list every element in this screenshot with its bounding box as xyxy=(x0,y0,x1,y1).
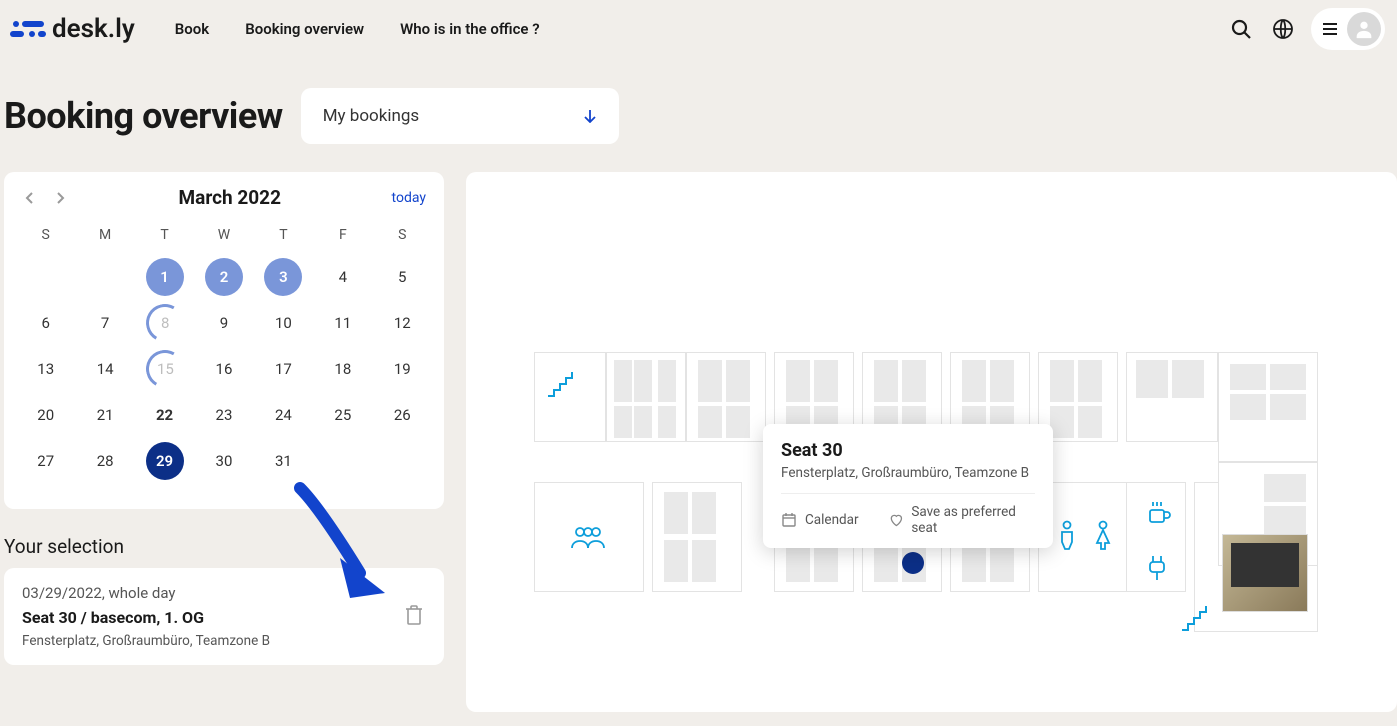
cal-day[interactable]: 14 xyxy=(75,349,134,389)
booking-filter-select[interactable]: My bookings xyxy=(301,88,619,144)
cal-day[interactable]: 17 xyxy=(254,349,313,389)
tooltip-title: Seat 30 xyxy=(781,440,1035,461)
cal-day[interactable]: 19 xyxy=(373,349,432,389)
cal-month: March 2022 xyxy=(68,186,392,209)
arrow-down-icon xyxy=(583,109,597,123)
cal-day[interactable]: 21 xyxy=(75,395,134,435)
dow: W xyxy=(194,227,253,243)
cal-next[interactable] xyxy=(52,190,68,206)
cal-day[interactable]: 24 xyxy=(254,395,313,435)
dow: T xyxy=(254,227,313,243)
cal-day[interactable]: 5 xyxy=(373,257,432,297)
plug-icon xyxy=(1146,554,1168,582)
heart-icon xyxy=(889,512,904,528)
header: desk.ly Book Booking overview Who is in … xyxy=(0,0,1397,58)
profile-menu[interactable] xyxy=(1311,8,1385,50)
coffee-icon xyxy=(1146,500,1172,526)
cal-day[interactable]: 23 xyxy=(194,395,253,435)
cal-day[interactable]: 2 xyxy=(194,257,253,297)
main-nav: Book Booking overview Who is in the offi… xyxy=(175,20,540,38)
trash-icon xyxy=(404,604,424,626)
cal-day[interactable]: 8 xyxy=(135,303,194,343)
stairs-icon xyxy=(1180,604,1210,632)
cal-day[interactable]: 31 xyxy=(254,441,313,481)
dow: T xyxy=(135,227,194,243)
selection-seat: Seat 30 / basecom, 1. OG xyxy=(22,608,426,627)
cal-day[interactable]: 30 xyxy=(194,441,253,481)
cal-day[interactable]: 15 xyxy=(135,349,194,389)
dow: S xyxy=(16,227,75,243)
cal-day[interactable]: 13 xyxy=(16,349,75,389)
dow: F xyxy=(313,227,372,243)
logo-text: desk.ly xyxy=(52,14,135,44)
filter-label: My bookings xyxy=(323,106,420,126)
delete-selection-button[interactable] xyxy=(404,604,424,630)
cal-day[interactable]: 27 xyxy=(16,441,75,481)
cal-day[interactable]: 16 xyxy=(194,349,253,389)
nav-book[interactable]: Book xyxy=(175,20,209,38)
globe-icon[interactable] xyxy=(1269,15,1297,43)
cal-day[interactable]: 18 xyxy=(313,349,372,389)
cal-day[interactable]: 3 xyxy=(254,257,313,297)
group-icon xyxy=(568,524,608,550)
cal-day[interactable]: 20 xyxy=(16,395,75,435)
cal-day[interactable]: 1 xyxy=(135,257,194,297)
cal-day[interactable]: 22 xyxy=(135,395,194,435)
logo[interactable]: desk.ly xyxy=(10,14,135,44)
cal-day[interactable]: 9 xyxy=(194,303,253,343)
dow: M xyxy=(75,227,134,243)
selection-card: 03/29/2022, whole day Seat 30 / basecom,… xyxy=(4,568,444,665)
header-actions xyxy=(1227,8,1385,50)
tooltip-calendar-button[interactable]: Calendar xyxy=(781,504,859,536)
hamburger-icon xyxy=(1321,20,1339,38)
tooltip-save-button[interactable]: Save as preferred seat xyxy=(889,504,1035,536)
calendar: March 2022 today S M T W T F S 1 2 3 4 xyxy=(4,172,444,509)
cal-day[interactable]: 25 xyxy=(313,395,372,435)
cal-day[interactable]: 12 xyxy=(373,303,432,343)
selection-title: Your selection xyxy=(4,535,444,558)
cal-day[interactable]: 11 xyxy=(313,303,372,343)
dow: S xyxy=(373,227,432,243)
room-photo[interactable] xyxy=(1222,534,1308,612)
nav-who[interactable]: Who is in the office ? xyxy=(400,20,539,38)
logo-icon xyxy=(10,17,46,41)
seat-tooltip: Seat 30 Fensterplatz, Großraumbüro, Team… xyxy=(763,424,1053,548)
cal-today-link[interactable]: today xyxy=(392,190,426,206)
search-icon[interactable] xyxy=(1227,15,1255,43)
seat-marker[interactable] xyxy=(902,552,924,574)
selection-date: 03/29/2022, whole day xyxy=(22,584,426,602)
cal-day[interactable]: 7 xyxy=(75,303,134,343)
cal-day[interactable]: 4 xyxy=(313,257,372,297)
nav-overview[interactable]: Booking overview xyxy=(245,20,364,38)
person-male-icon xyxy=(1058,520,1076,550)
stairs-icon xyxy=(546,370,576,398)
cal-day[interactable]: 26 xyxy=(373,395,432,435)
cal-day[interactable]: 28 xyxy=(75,441,134,481)
tooltip-subtitle: Fensterplatz, Großraumbüro, Teamzone B xyxy=(781,465,1035,481)
page-title: Booking overview xyxy=(4,95,283,137)
cal-day[interactable]: 10 xyxy=(254,303,313,343)
person-female-icon xyxy=(1094,520,1112,550)
calendar-icon xyxy=(781,512,797,528)
selection-location: Fensterplatz, Großraumbüro, Teamzone B xyxy=(22,633,426,649)
avatar xyxy=(1347,12,1381,46)
floorplan-panel[interactable]: Seat 30 Fensterplatz, Großraumbüro, Team… xyxy=(466,172,1397,712)
cal-day[interactable]: 6 xyxy=(16,303,75,343)
cal-prev[interactable] xyxy=(22,190,38,206)
cal-day-selected[interactable]: 29 xyxy=(135,441,194,481)
